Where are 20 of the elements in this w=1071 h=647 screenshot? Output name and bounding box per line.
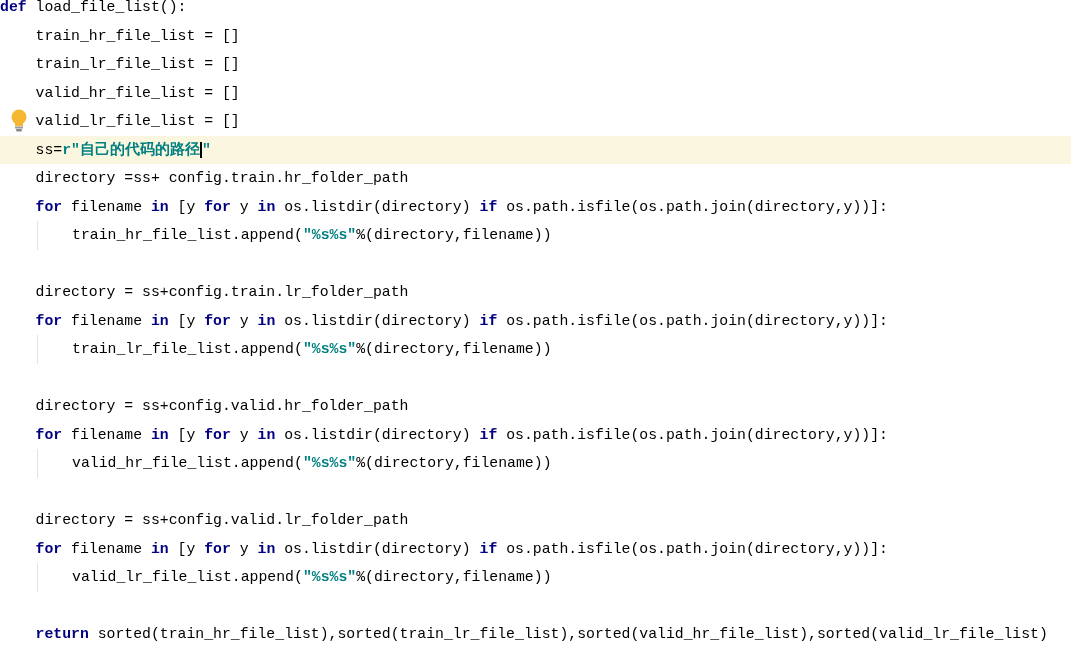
- code-line: valid_hr_file_list = []: [35, 84, 240, 101]
- code-line: directory =ss+ config.train.hr_folder_path: [35, 170, 409, 186]
- code-line: directory = ss+config.train.lr_folder_path: [35, 284, 409, 300]
- code-line: train_lr_file_list.append(″%s%s″%(directory,filename)): [72, 341, 552, 357]
- code-line: for filename in [y for y in os.listdir(directory) if os.path.isfile(os.path.join(directory,y))]:: [35, 426, 888, 443]
- code-line: for filename in [y for y in os.listdir(directory) if os.path.isfile(os.path.join(directory,y))]:: [35, 198, 888, 215]
- code-line: directory = ss+config.valid.hr_folder_path: [35, 398, 409, 414]
- code-line: ss=r″自己的代码的路径″: [35, 141, 211, 158]
- code-line: for filename in [y for y in os.listdir(directory) if os.path.isfile(os.path.join(directory,y))]:: [35, 312, 888, 329]
- code-line: def load_file_list():: [0, 0, 187, 15]
- code-line: train_hr_file_list.append(″%s%s″%(directory,filename)): [72, 227, 552, 243]
- lightbulb-icon[interactable]: [9, 109, 28, 133]
- code-line: directory = ss+config.valid.lr_folder_path: [35, 512, 409, 528]
- code-line: train_hr_file_list = []: [35, 27, 240, 44]
- code-line: return sorted(train_hr_file_list),sorted(train_lr_file_list),sorted(valid_hr_file_list),sorted(valid_lr_file_list): [35, 626, 1048, 642]
- code-line: valid_lr_file_list.append(″%s%s″%(directory,filename)): [72, 569, 552, 585]
- code-line: valid_hr_file_list.append(″%s%s″%(directory,filename)): [72, 455, 552, 471]
- code-line: for filename in [y for y in os.listdir(directory) if os.path.isfile(os.path.join(directory,y))]:: [35, 540, 888, 557]
- code-line: train_lr_file_list = []: [35, 56, 240, 72]
- code-line: valid_lr_file_list = []: [35, 113, 240, 129]
